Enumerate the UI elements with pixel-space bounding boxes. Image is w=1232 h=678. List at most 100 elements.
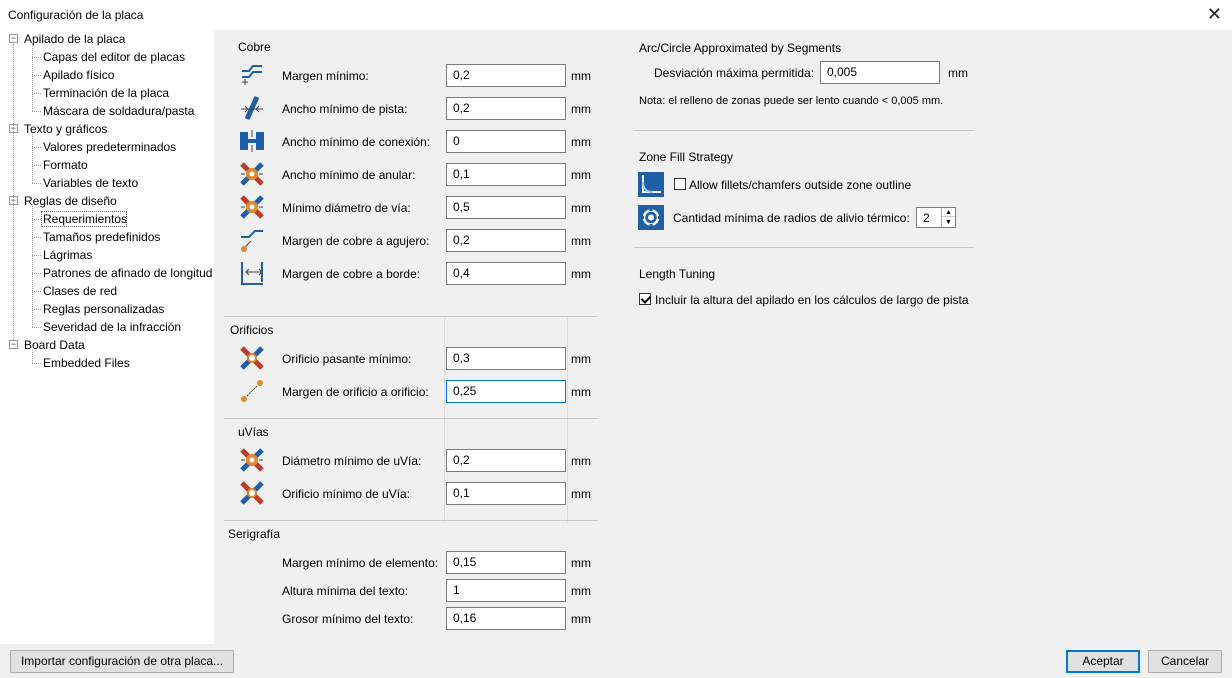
silk-section-title: Serigrafía xyxy=(228,527,281,541)
tree-item[interactable]: Lágrimas xyxy=(43,246,92,264)
tree-item[interactable]: Texto y gráficos xyxy=(24,120,107,138)
grid-line xyxy=(567,317,568,421)
constraint-input[interactable]: 0,2 xyxy=(446,97,566,120)
tree-item[interactable]: Capas del editor de placas xyxy=(43,48,185,66)
tree-item[interactable]: Reglas personalizadas xyxy=(43,300,164,318)
through-hole-icon xyxy=(240,346,264,370)
tree-item[interactable]: Apilado físico xyxy=(43,66,114,84)
constraint-input[interactable]: 0,2 xyxy=(446,229,566,252)
constraint-label: Ancho mínimo de anular: xyxy=(282,168,416,182)
tree-item[interactable]: Variables de texto xyxy=(43,174,138,192)
via-diameter-icon xyxy=(240,195,264,219)
constraint-input[interactable]: 0,1 xyxy=(446,482,566,505)
constraint-input[interactable]: 0,25 xyxy=(446,380,566,403)
constraint-label: Margen de cobre a agujero: xyxy=(282,234,430,248)
constraint-unit: mm xyxy=(571,102,591,116)
constraint-label: Diámetro mínimo de uVía: xyxy=(282,454,422,468)
constraint-label: Grosor mínimo del texto: xyxy=(282,612,414,626)
tree-connector xyxy=(32,237,41,238)
constraint-input[interactable]: 0,2 xyxy=(446,64,566,87)
collapse-icon[interactable]: − xyxy=(9,34,18,43)
allow-fillets-label[interactable]: Allow fillets/chamfers outside zone outl… xyxy=(689,178,911,192)
uvia-hole-icon xyxy=(240,481,264,505)
include-stackup-checkbox[interactable] xyxy=(639,293,651,305)
constraint-input[interactable]: 0,3 xyxy=(446,347,566,370)
tree-connector xyxy=(32,75,41,76)
spin-down-icon[interactable]: ▼ xyxy=(942,218,955,227)
constraint-input[interactable]: 0 xyxy=(446,130,566,153)
tree-item[interactable]: Severidad de la infracción xyxy=(43,318,181,336)
ok-button[interactable]: Aceptar xyxy=(1066,650,1140,673)
hole-to-hole-icon xyxy=(241,380,263,402)
tree-item[interactable]: Embedded Files xyxy=(43,354,130,372)
constraint-unit: mm xyxy=(571,135,591,149)
tree-item[interactable]: Tamaños predefinidos xyxy=(43,228,160,246)
tree-connector xyxy=(32,57,41,58)
close-icon[interactable]: ✕ xyxy=(1207,4,1222,24)
constraint-input[interactable]: 1 xyxy=(446,579,566,602)
constraint-unit: mm xyxy=(571,69,591,83)
constraint-input[interactable]: 0,2 xyxy=(446,449,566,472)
tree-item[interactable]: Formato xyxy=(43,156,88,174)
constraint-label: Margen mínimo de elemento: xyxy=(282,556,439,570)
hole-clearance-icon xyxy=(241,230,263,252)
include-stackup-label[interactable]: Incluir la altura del apilado en los cál… xyxy=(655,293,969,307)
constraint-unit: mm xyxy=(571,556,591,570)
separator xyxy=(224,316,598,317)
tree-item[interactable]: Clases de red xyxy=(43,282,117,300)
tree-item[interactable]: Reglas de diseño xyxy=(24,192,117,210)
constraint-unit: mm xyxy=(571,385,591,399)
thermal-spokes-spinner[interactable]: 2 ▲ ▼ xyxy=(916,207,956,228)
allow-fillets-checkbox[interactable] xyxy=(674,178,686,190)
constraint-label: Ancho mínimo de conexión: xyxy=(282,135,431,149)
tree-connector xyxy=(32,183,41,184)
tree-connector xyxy=(32,255,41,256)
tree-item[interactable]: Apilado de la placa xyxy=(24,30,125,48)
tree-connector xyxy=(32,291,41,292)
thermal-spokes-icon xyxy=(638,205,664,230)
max-deviation-label: Desviación máxima permitida: xyxy=(654,66,815,80)
constraint-label: Ancho mínimo de pista: xyxy=(282,102,408,116)
import-settings-button[interactable]: Importar configuración de otra placa... xyxy=(10,650,234,673)
constraint-input[interactable]: 0,4 xyxy=(446,262,566,285)
tree-connector xyxy=(32,165,41,166)
arc-section-title: Arc/Circle Approximated by Segments xyxy=(639,41,842,55)
tree-connector xyxy=(32,363,41,364)
constraint-unit: mm xyxy=(571,454,591,468)
tree-item[interactable]: Máscara de soldadura/pasta xyxy=(43,102,194,120)
constraint-unit: mm xyxy=(571,612,591,626)
track-width-icon xyxy=(241,95,263,121)
cancel-button[interactable]: Cancelar xyxy=(1148,650,1222,673)
annular-width-icon xyxy=(240,162,264,186)
spin-up-icon[interactable]: ▲ xyxy=(942,208,955,217)
separator xyxy=(634,130,974,131)
max-deviation-input[interactable]: 0,005 xyxy=(820,61,940,84)
dialog-footer: Importar configuración de otra placa... … xyxy=(0,644,1232,678)
tree-connector xyxy=(32,350,33,363)
tree-connector xyxy=(32,44,33,111)
grid-line xyxy=(444,317,445,421)
tree-item[interactable]: Valores predeterminados xyxy=(43,138,176,156)
constraint-unit: mm xyxy=(571,267,591,281)
length-section-title: Length Tuning xyxy=(639,267,716,281)
constraint-input[interactable]: 0,15 xyxy=(446,551,566,574)
tree-item[interactable]: Terminación de la placa xyxy=(43,84,169,102)
constraint-input[interactable]: 0,1 xyxy=(446,163,566,186)
uvias-section-title: uVías xyxy=(238,425,269,439)
tree-connector xyxy=(13,44,14,340)
tree-item[interactable]: Board Data xyxy=(24,336,85,354)
title-bar: Configuración de la placa ✕ xyxy=(0,0,1232,30)
tree-connector xyxy=(32,147,41,148)
tree-connector xyxy=(32,219,41,220)
tree-item[interactable]: Patrones de afinado de longitud xyxy=(43,264,212,282)
tree-connector xyxy=(32,111,41,112)
collapse-icon[interactable]: − xyxy=(9,340,18,349)
constraint-label: Altura mínima del texto: xyxy=(282,584,409,598)
constraint-label: Mínimo diámetro de vía: xyxy=(282,201,411,215)
constraint-input[interactable]: 0,5 xyxy=(446,196,566,219)
constraint-input[interactable]: 0,16 xyxy=(446,607,566,630)
constraint-label: Orificio mínimo de uVía: xyxy=(282,487,411,501)
tree-connector xyxy=(32,206,33,327)
window-title: Configuración de la placa xyxy=(8,8,144,22)
arc-note: Nota: el relleno de zonas puede ser lent… xyxy=(639,95,944,107)
